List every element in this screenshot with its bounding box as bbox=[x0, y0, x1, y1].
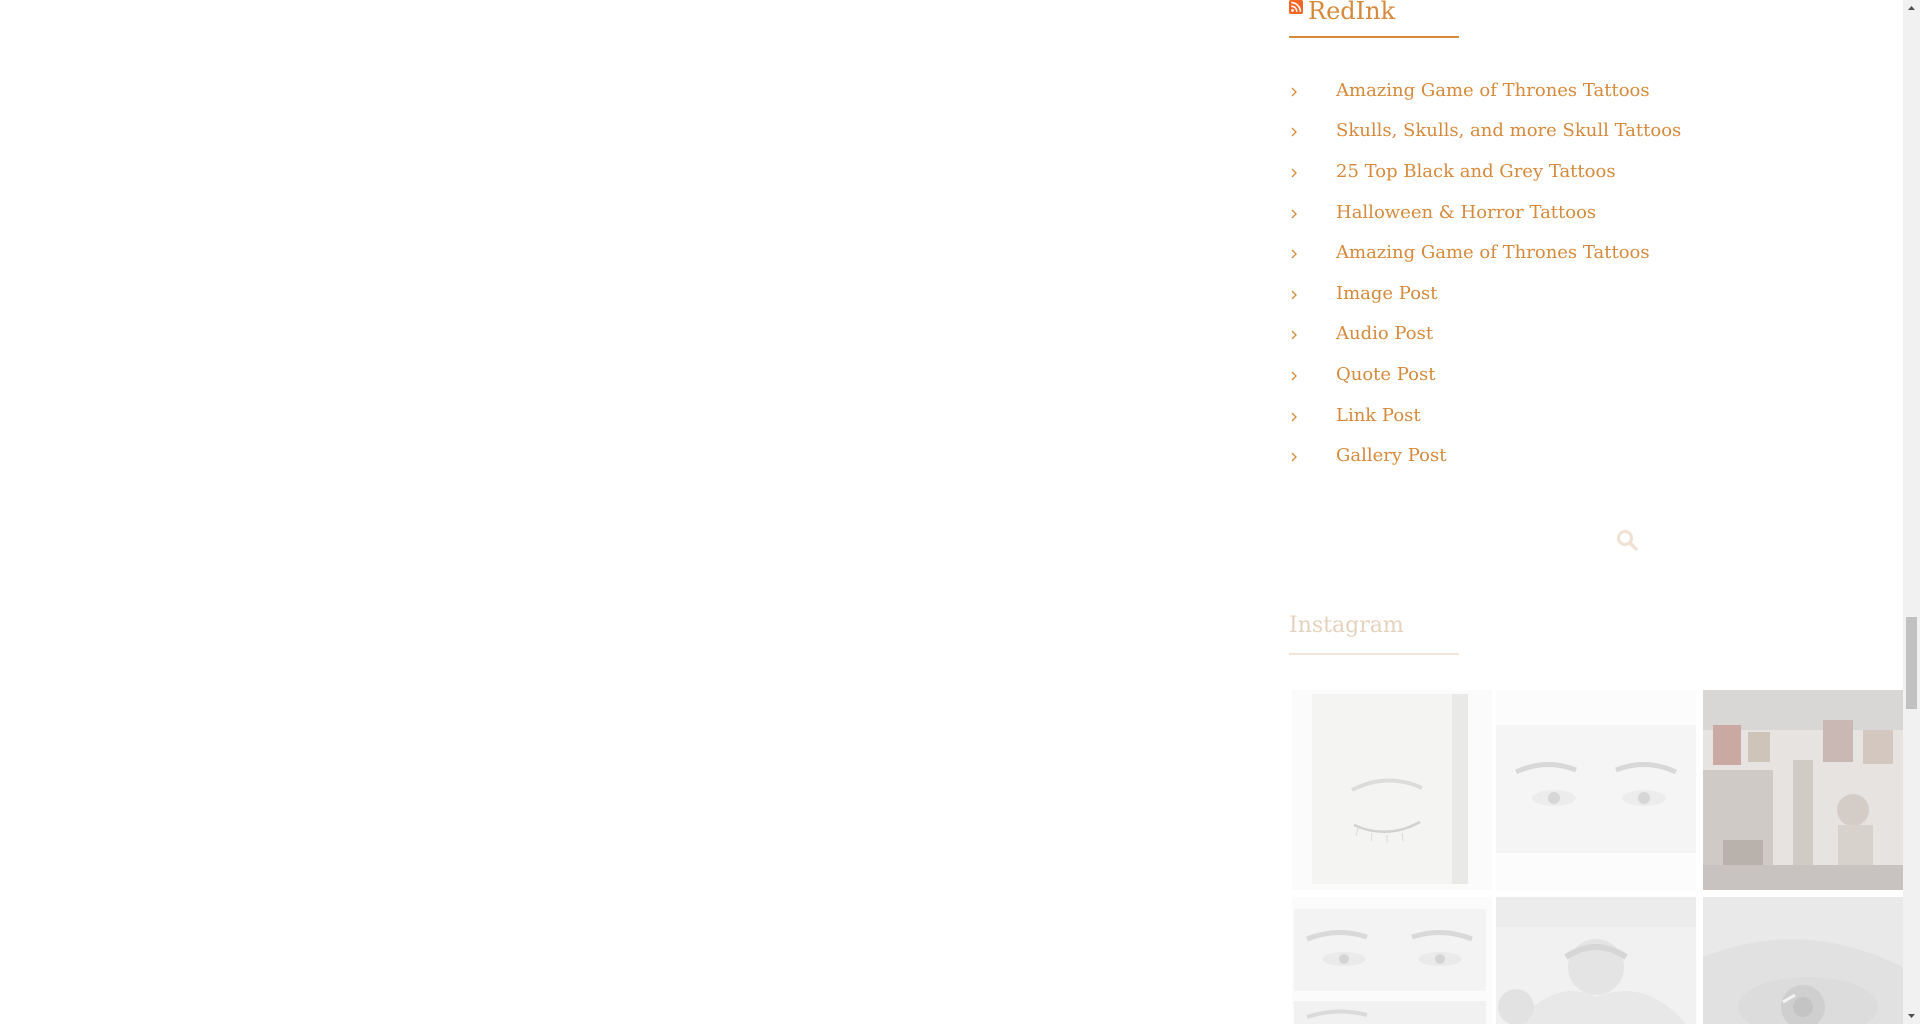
instagram-image[interactable] bbox=[1292, 690, 1492, 890]
sidebar: RedInk Amazing Game of Thrones Tattoos S… bbox=[1289, 0, 1889, 476]
title-underline bbox=[1289, 653, 1459, 655]
list-item: Amazing Game of Thrones Tattoos bbox=[1289, 70, 1889, 111]
list-item: Image Post bbox=[1289, 273, 1889, 314]
list-item: Gallery Post bbox=[1289, 435, 1889, 476]
chevron-right-icon bbox=[1291, 452, 1297, 462]
chevron-right-icon bbox=[1291, 127, 1297, 137]
rss-item-link[interactable]: Skulls, Skulls, and more Skull Tattoos bbox=[1336, 120, 1681, 141]
instagram-image[interactable] bbox=[1703, 897, 1903, 1024]
rss-item-link[interactable]: Link Post bbox=[1336, 405, 1421, 426]
rss-widget-title: RedInk bbox=[1289, 0, 1889, 24]
title-underline bbox=[1289, 36, 1459, 38]
rss-item-link[interactable]: Amazing Game of Thrones Tattoos bbox=[1336, 80, 1650, 101]
rss-item-link[interactable]: 25 Top Black and Grey Tattoos bbox=[1336, 161, 1616, 182]
instagram-image[interactable] bbox=[1496, 897, 1696, 1024]
list-item: Link Post bbox=[1289, 395, 1889, 436]
rss-list: Amazing Game of Thrones Tattoos Skulls, … bbox=[1289, 70, 1889, 476]
chevron-right-icon bbox=[1291, 290, 1297, 300]
scroll-down-arrow-icon[interactable] bbox=[1903, 1007, 1920, 1024]
rss-item-link[interactable]: Quote Post bbox=[1336, 364, 1435, 385]
rss-item-link[interactable]: Audio Post bbox=[1336, 323, 1433, 344]
rss-title-link[interactable]: RedInk bbox=[1308, 0, 1395, 24]
rss-item-link[interactable]: Image Post bbox=[1336, 283, 1438, 304]
search-icon[interactable] bbox=[1615, 528, 1639, 552]
scrollbar-thumb[interactable] bbox=[1906, 617, 1917, 709]
chevron-right-icon bbox=[1291, 249, 1297, 259]
rss-item-link[interactable]: Halloween & Horror Tattoos bbox=[1336, 202, 1596, 223]
list-item: Skulls, Skulls, and more Skull Tattoos bbox=[1289, 111, 1889, 152]
page: RedInk Amazing Game of Thrones Tattoos S… bbox=[0, 0, 1920, 1024]
instagram-image[interactable] bbox=[1292, 897, 1492, 1024]
chevron-right-icon bbox=[1291, 330, 1297, 340]
chevron-right-icon bbox=[1291, 209, 1297, 219]
chevron-right-icon bbox=[1291, 168, 1297, 178]
instagram-image[interactable] bbox=[1703, 690, 1903, 890]
instagram-image[interactable] bbox=[1496, 690, 1696, 890]
search-form bbox=[1289, 516, 1639, 566]
vertical-scrollbar[interactable] bbox=[1903, 0, 1920, 1024]
list-item: Amazing Game of Thrones Tattoos bbox=[1289, 232, 1889, 273]
search-input[interactable] bbox=[1289, 516, 1633, 566]
scroll-up-arrow-icon[interactable] bbox=[1903, 0, 1920, 17]
instagram-widget-title: Instagram bbox=[1289, 613, 1404, 638]
rss-icon[interactable] bbox=[1289, 0, 1303, 14]
list-item: 25 Top Black and Grey Tattoos bbox=[1289, 151, 1889, 192]
list-item: Quote Post bbox=[1289, 354, 1889, 395]
chevron-right-icon bbox=[1291, 87, 1297, 97]
chevron-right-icon bbox=[1291, 412, 1297, 422]
chevron-right-icon bbox=[1291, 371, 1297, 381]
list-item: Audio Post bbox=[1289, 314, 1889, 355]
rss-item-link[interactable]: Gallery Post bbox=[1336, 445, 1446, 466]
rss-item-link[interactable]: Amazing Game of Thrones Tattoos bbox=[1336, 242, 1650, 263]
list-item: Halloween & Horror Tattoos bbox=[1289, 192, 1889, 233]
